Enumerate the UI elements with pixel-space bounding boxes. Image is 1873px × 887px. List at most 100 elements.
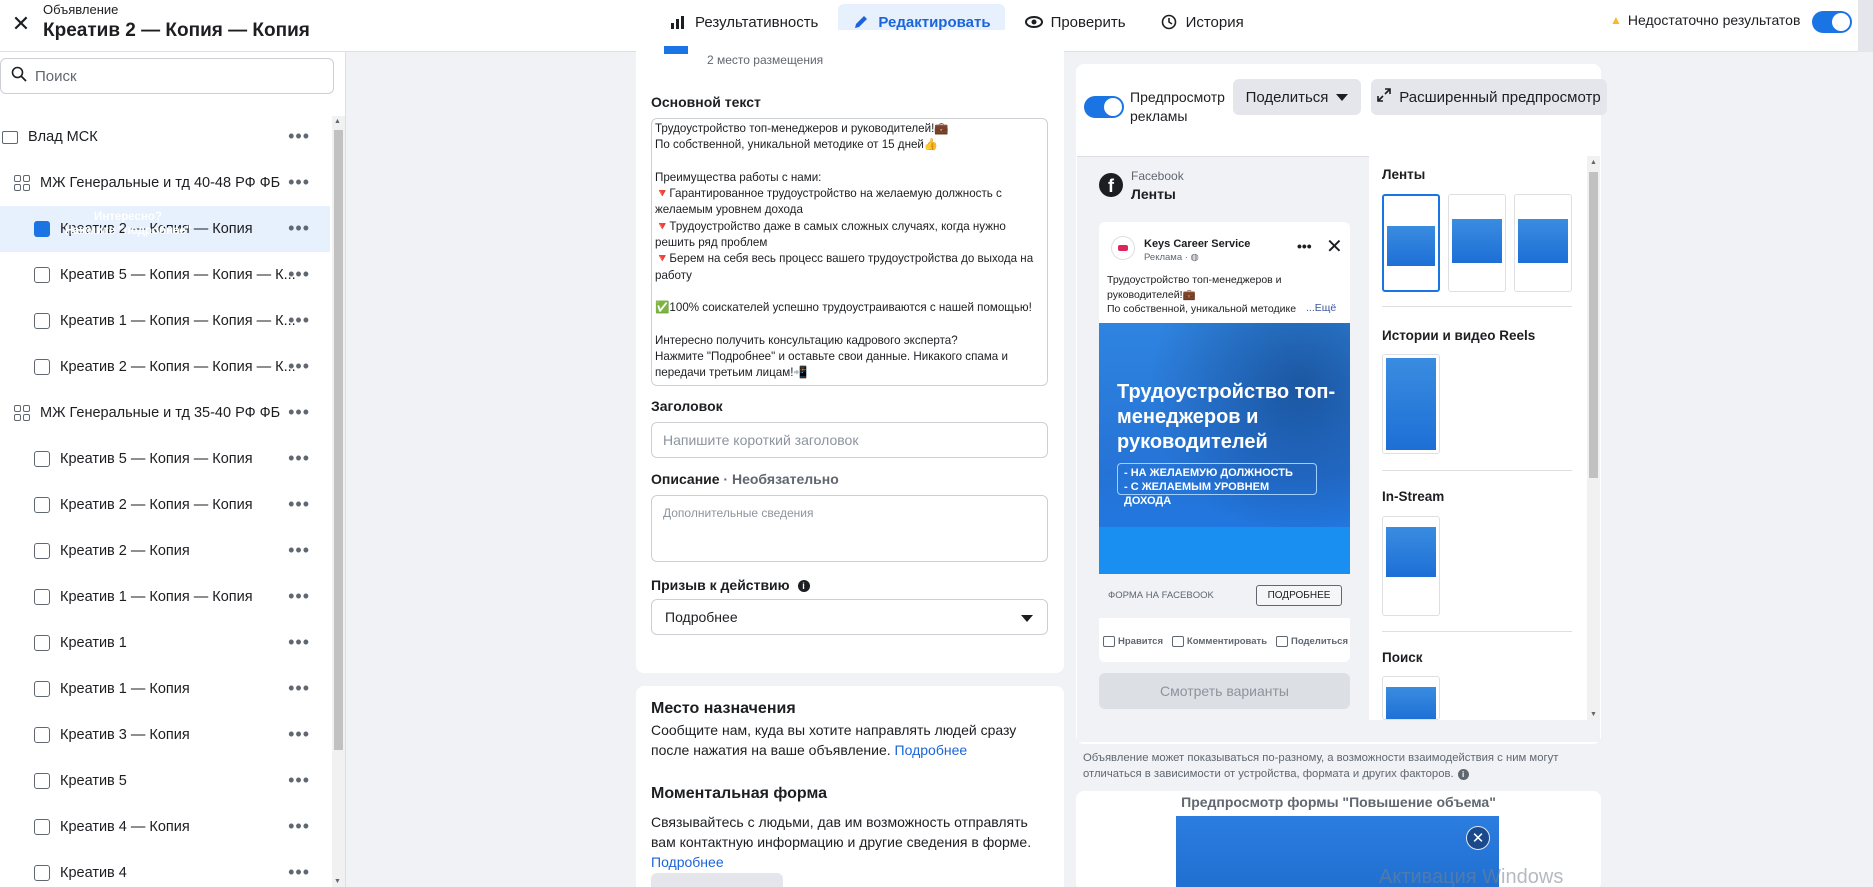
tree-campaign[interactable]: Влад МСК ••• bbox=[0, 114, 330, 160]
sponsored-label: Реклама · ◍ bbox=[1144, 252, 1199, 263]
warning-text: Недостаточно результатов bbox=[1627, 12, 1801, 28]
more-options-icon[interactable]: ••• bbox=[288, 863, 310, 881]
creative-headline: Трудоустройство топ-менеджеров и руковод… bbox=[1117, 381, 1336, 453]
tree-label: Креатив 1 — Копия — Копия — К... bbox=[60, 313, 296, 329]
post-close-icon[interactable]: ✕ bbox=[1326, 234, 1343, 259]
thumb-story[interactable] bbox=[1382, 354, 1440, 454]
advanced-preview-button[interactable]: Расширенный предпросмотр bbox=[1371, 79, 1607, 115]
windows-activation-watermark: Активация Windows bbox=[1379, 866, 1564, 887]
tree-ad[interactable]: Креатив 1 — Копия ••• bbox=[0, 666, 330, 712]
scroll-up-icon[interactable]: ▲ bbox=[1590, 159, 1597, 166]
like-icon bbox=[1103, 636, 1115, 647]
see-variants-button[interactable]: Смотреть варианты bbox=[1099, 673, 1350, 709]
share-button[interactable]: Поделиться bbox=[1233, 79, 1361, 115]
tab-history[interactable]: История bbox=[1146, 4, 1258, 40]
expand-icon bbox=[1377, 88, 1392, 106]
learn-more-button[interactable]: ПОДРОБНЕЕ bbox=[1256, 585, 1342, 606]
post-more-icon[interactable]: ••• bbox=[1297, 238, 1312, 254]
primary-text-field[interactable]: Трудоустройство топ-менеджеров и руковод… bbox=[651, 118, 1048, 386]
tree-ad[interactable]: Креатив 2 — Копия — Копия ••• bbox=[0, 482, 330, 528]
ad-icon bbox=[34, 865, 50, 881]
preview-toggle[interactable] bbox=[1084, 96, 1124, 118]
sidebar-scrollbar[interactable]: ▲ ▼ bbox=[332, 116, 345, 887]
see-more-link[interactable]: ...Ещё bbox=[1306, 302, 1336, 314]
more-options-icon[interactable]: ••• bbox=[288, 633, 310, 651]
ad-icon bbox=[34, 451, 50, 467]
more-options-icon[interactable]: ••• bbox=[288, 449, 310, 467]
tree-ad[interactable]: Креатив 4 ••• bbox=[0, 850, 330, 887]
create-form-button[interactable] bbox=[651, 873, 783, 887]
more-options-icon[interactable]: ••• bbox=[288, 219, 310, 237]
description-field[interactable]: Дополнительные сведения bbox=[651, 495, 1048, 562]
ad-status-toggle[interactable] bbox=[1812, 11, 1852, 33]
more-options-icon[interactable]: ••• bbox=[288, 127, 310, 145]
more-options-icon[interactable]: ••• bbox=[288, 817, 310, 835]
scrollbar-thumb[interactable] bbox=[334, 130, 343, 750]
tree-ad[interactable]: Креатив 1 — Копия — Копия ••• bbox=[0, 574, 330, 620]
more-options-icon[interactable]: ••• bbox=[288, 541, 310, 559]
ad-icon bbox=[34, 497, 50, 513]
more-options-icon[interactable]: ••• bbox=[288, 679, 310, 697]
tree-label: Креатив 1 bbox=[60, 635, 127, 651]
more-options-icon[interactable]: ••• bbox=[288, 357, 310, 375]
more-options-icon[interactable]: ••• bbox=[288, 771, 310, 789]
thumb-search[interactable] bbox=[1382, 676, 1440, 720]
scrollbar-thumb[interactable] bbox=[1589, 172, 1598, 478]
thumb-instream[interactable] bbox=[1382, 516, 1440, 616]
tree-label: МЖ Генеральные и тд 40-48 РФ ФБ bbox=[40, 175, 281, 191]
tree-ad[interactable]: Креатив 2 — Копия — Копия — К... ••• bbox=[0, 344, 330, 390]
tree-label: Креатив 5 bbox=[60, 773, 127, 789]
instant-form-learn-more-link[interactable]: Подробнее bbox=[651, 854, 724, 870]
more-options-icon[interactable]: ••• bbox=[288, 173, 310, 191]
more-options-icon[interactable]: ••• bbox=[288, 725, 310, 743]
more-options-icon[interactable]: ••• bbox=[288, 403, 310, 421]
scroll-down-icon[interactable]: ▼ bbox=[1590, 711, 1597, 718]
tree-label: Креатив 4 — Копия bbox=[60, 819, 190, 835]
tree-ad[interactable]: Креатив 5 — Копия — Копия ••• bbox=[0, 436, 330, 482]
post-actions: Нравится Комментировать Поделиться bbox=[1103, 636, 1348, 647]
tree-label: Креатив 1 — Копия — Копия bbox=[60, 589, 253, 605]
sidebar: Поиск Влад МСК ••• МЖ Генеральные и тд 4… bbox=[0, 52, 346, 887]
tree-ad[interactable]: Креатив 1 ••• bbox=[0, 620, 330, 666]
tree-ad[interactable]: Креатив 1 — Копия — Копия — К... ••• bbox=[0, 298, 330, 344]
divider bbox=[1382, 470, 1572, 471]
more-options-icon[interactable]: ••• bbox=[288, 265, 310, 283]
more-options-icon[interactable]: ••• bbox=[288, 311, 310, 329]
tree-adset[interactable]: МЖ Генеральные и тд 40-48 РФ ФБ ••• bbox=[0, 160, 330, 206]
info-icon[interactable]: i bbox=[1457, 769, 1469, 780]
thumb-image bbox=[1387, 226, 1435, 266]
like-action[interactable]: Нравится bbox=[1103, 636, 1163, 647]
headline-field[interactable]: Напишите короткий заголовок bbox=[651, 422, 1048, 458]
share-icon bbox=[1275, 636, 1288, 647]
placements-scrollbar[interactable]: ▲ ▼ bbox=[1587, 156, 1600, 720]
comment-action[interactable]: Комментировать bbox=[1171, 636, 1267, 647]
close-icon[interactable]: ✕ bbox=[6, 9, 36, 39]
description-label-text: Описание bbox=[651, 471, 720, 487]
share-action[interactable]: Поделиться bbox=[1275, 636, 1348, 647]
tree-adset[interactable]: МЖ Генеральные и тд 35-40 РФ ФБ ••• bbox=[0, 390, 330, 436]
destination-learn-more-link[interactable]: Подробнее bbox=[895, 742, 968, 758]
search-input[interactable]: Поиск bbox=[0, 58, 334, 94]
scroll-down-icon[interactable]: ▼ bbox=[334, 878, 341, 885]
scroll-up-icon[interactable]: ▲ bbox=[334, 118, 341, 125]
advanced-preview-label: Расширенный предпросмотр bbox=[1399, 88, 1601, 106]
thumb-feed-3[interactable] bbox=[1514, 194, 1572, 292]
thumb-feed-2[interactable] bbox=[1448, 194, 1506, 292]
more-options-icon[interactable]: ••• bbox=[288, 495, 310, 513]
tree-ad[interactable]: Креатив 2 — Копия ••• bbox=[0, 528, 330, 574]
info-icon[interactable]: i bbox=[797, 580, 810, 593]
tree-ad[interactable]: Креатив 5 ••• bbox=[0, 758, 330, 804]
comment-icon bbox=[1171, 636, 1184, 647]
tree-ad[interactable]: Креатив 5 — Копия — Копия — К... ••• bbox=[0, 252, 330, 298]
tree-ad[interactable]: Креатив 3 — Копия ••• bbox=[0, 712, 330, 758]
tree-ad[interactable]: Креатив 4 — Копия ••• bbox=[0, 804, 330, 850]
cta-select[interactable]: Подробнее bbox=[651, 599, 1048, 635]
description-label: Описание · Необязательно bbox=[651, 471, 839, 487]
warning-icon: ▲ bbox=[1610, 13, 1622, 27]
bar-chart-icon bbox=[669, 13, 687, 31]
form-close-icon[interactable]: ✕ bbox=[1466, 826, 1490, 850]
creative-cta-band bbox=[1099, 527, 1350, 574]
thumb-feed-1[interactable] bbox=[1382, 194, 1440, 292]
more-options-icon[interactable]: ••• bbox=[288, 587, 310, 605]
tree-label: Креатив 2 — Копия bbox=[60, 543, 190, 559]
